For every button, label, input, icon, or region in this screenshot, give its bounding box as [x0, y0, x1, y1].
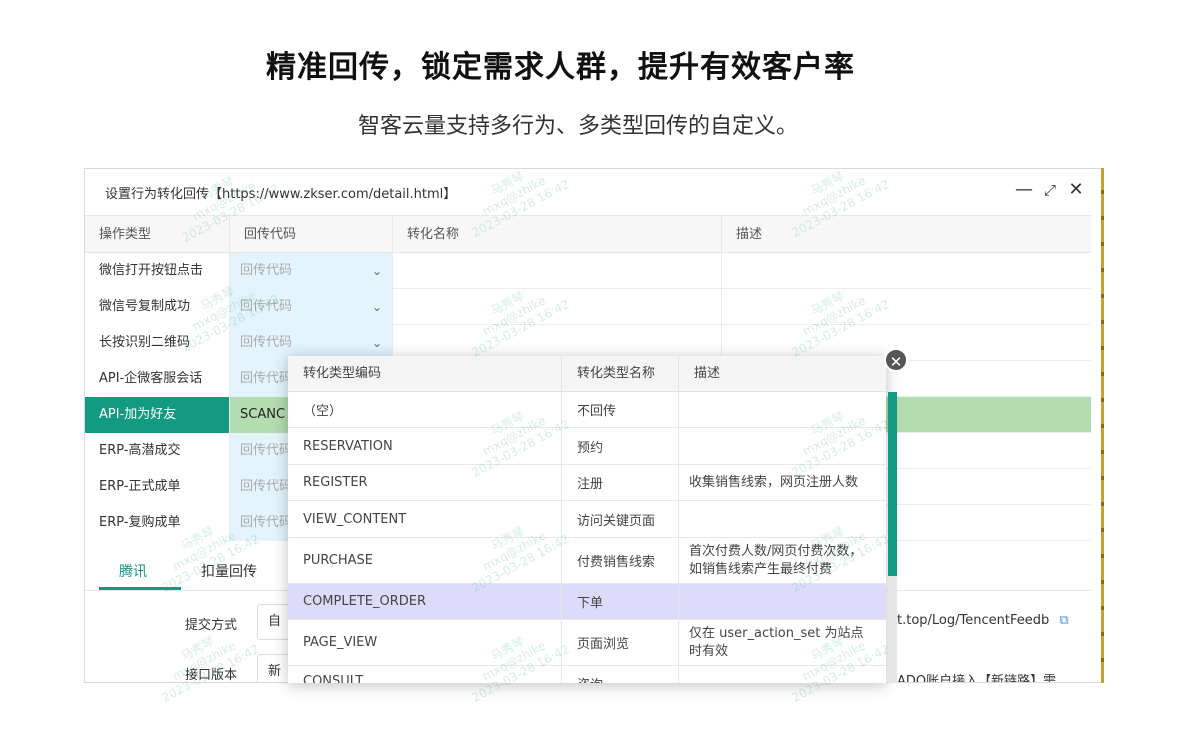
code-select-value: 回传代码	[240, 371, 293, 386]
action-type: ERP-正式成单	[85, 469, 230, 505]
option-code: REGISTER	[288, 465, 562, 500]
option-code: PURCHASE	[288, 538, 562, 583]
dropdown-col-desc: 描述	[694, 366, 721, 381]
option-code: （空）	[288, 392, 562, 427]
option-name: 不回传	[562, 392, 679, 427]
chevron-down-icon[interactable]: ⌄	[372, 289, 382, 325]
table-row[interactable]: 微信打开按钮点击 回传代码 ⌄	[85, 253, 1091, 289]
dropdown-scrollbar[interactable]	[888, 392, 897, 683]
option-desc	[679, 428, 877, 464]
action-type: API-加为好友	[85, 397, 230, 433]
code-select-value: 回传代码	[240, 299, 293, 314]
option-code: PAGE_VIEW	[288, 620, 562, 665]
column-header-desc: 描述	[736, 227, 763, 242]
description	[722, 289, 1091, 325]
window-titlebar: 设置行为转化回传【https://www.zkser.com/detail.ht…	[85, 169, 1103, 215]
action-type: ERP-复购成单	[85, 505, 230, 541]
dropdown-close-icon[interactable]: ✕	[884, 348, 908, 372]
dropdown-option[interactable]: RESERVATION 预约	[288, 428, 886, 465]
action-type: 微信号复制成功	[85, 289, 230, 325]
action-type: API-企微客服会话	[85, 361, 230, 397]
option-desc	[679, 501, 877, 537]
option-code: RESERVATION	[288, 428, 562, 464]
dropdown-option[interactable]: PAGE_VIEW 页面浏览 仅在 user_action_set 为站点时有效	[288, 620, 886, 666]
action-type: 长按识别二维码	[85, 325, 230, 361]
feedback-url-field[interactable]: t.top/Log/TencentFeedb ⧉	[891, 604, 1081, 640]
option-desc: 首次付费人数/网页付费次数，如销售线索产生最终付费	[689, 543, 863, 577]
option-desc: 收集销售线索，网页注册人数	[689, 474, 859, 490]
active-tab-indicator	[99, 587, 181, 590]
option-name: 付费销售线索	[562, 538, 679, 583]
action-type: ERP-高潜成交	[85, 433, 230, 469]
code-select-value: 回传代码	[240, 335, 293, 350]
tab-tencent[interactable]: 腾讯	[119, 561, 147, 581]
option-name: 页面浏览	[562, 620, 679, 665]
conversion-name	[393, 289, 722, 325]
code-select-value: SCANC	[240, 407, 286, 422]
dropdown-option[interactable]: VIEW_CONTENT 访问关键页面	[288, 501, 886, 538]
code-select-value: 回传代码	[240, 443, 293, 458]
feedback-url-value: t.top/Log/TencentFeedb	[897, 613, 1050, 628]
minimize-icon[interactable]: —	[1013, 179, 1035, 200]
grid-header: 操作类型 回传代码 转化名称 描述	[85, 215, 1091, 254]
subline: 智客云量支持多行为、多类型回传的自定义。	[358, 114, 799, 139]
dropdown-option[interactable]: REGISTER 注册 收集销售线索，网页注册人数	[288, 465, 886, 501]
option-desc: 仅在 user_action_set 为站点时有效	[689, 625, 864, 659]
conversion-type-dropdown: 转化类型编码 转化类型名称 描述 （空） 不回传 RESERVATION 预约 …	[288, 356, 886, 683]
table-row[interactable]: 微信号复制成功 回传代码 ⌄	[85, 289, 1091, 325]
action-type: 微信打开按钮点击	[85, 253, 230, 289]
description	[722, 253, 1091, 289]
dropdown-col-name: 转化类型名称	[562, 356, 679, 392]
column-header-name: 转化名称	[393, 216, 722, 254]
api-version-label: 接口版本	[185, 668, 238, 683]
column-header-type: 操作类型	[85, 216, 230, 254]
code-select[interactable]: 回传代码 ⌄	[230, 253, 393, 289]
dropdown-option-highlighted[interactable]: COMPLETE_ORDER 下单	[288, 584, 886, 620]
option-code: CONSULT	[288, 666, 562, 683]
code-select-value: 回传代码	[240, 515, 293, 530]
option-name: 下单	[562, 584, 679, 619]
option-name: 注册	[562, 465, 679, 500]
code-select-value: 回传代码	[240, 479, 293, 494]
code-select[interactable]: 回传代码 ⌄	[230, 289, 393, 325]
dropdown-option[interactable]: （空） 不回传	[288, 392, 886, 428]
chevron-down-icon[interactable]: ⌄	[372, 253, 382, 289]
code-select-value: 回传代码	[240, 263, 293, 278]
dropdown-col-code: 转化类型编码	[288, 356, 562, 392]
option-name: 咨询	[562, 666, 679, 683]
option-name: 预约	[562, 428, 679, 464]
option-desc	[679, 584, 877, 619]
conversion-name	[393, 253, 722, 289]
column-header-code: 回传代码	[230, 216, 393, 254]
dropdown-scrollbar-thumb[interactable]	[888, 392, 897, 576]
option-name: 访问关键页面	[562, 501, 679, 537]
api-note: ADQ账户接入【新链路】需	[897, 674, 1057, 683]
headline: 精准回传，锁定需求人群，提升有效客户率	[266, 50, 855, 85]
dropdown-header: 转化类型编码 转化类型名称 描述	[288, 356, 886, 392]
option-code: COMPLETE_ORDER	[288, 584, 562, 619]
tab-deduct-feedback[interactable]: 扣量回传	[201, 561, 257, 581]
option-desc	[679, 666, 877, 683]
maximize-icon[interactable]: ⤢	[1039, 181, 1061, 199]
submit-method-label: 提交方式	[185, 618, 238, 633]
close-icon[interactable]: ✕	[1065, 179, 1087, 200]
dropdown-option[interactable]: PURCHASE 付费销售线索 首次付费人数/网页付费次数，如销售线索产生最终付…	[288, 538, 886, 584]
dropdown-option[interactable]: CONSULT 咨询	[288, 666, 886, 683]
option-desc	[679, 392, 877, 427]
window-title: 设置行为转化回传【https://www.zkser.com/detail.ht…	[105, 187, 457, 202]
option-code: VIEW_CONTENT	[288, 501, 562, 537]
page-edge-accent	[1101, 168, 1104, 683]
copy-icon[interactable]: ⧉	[1059, 613, 1068, 628]
